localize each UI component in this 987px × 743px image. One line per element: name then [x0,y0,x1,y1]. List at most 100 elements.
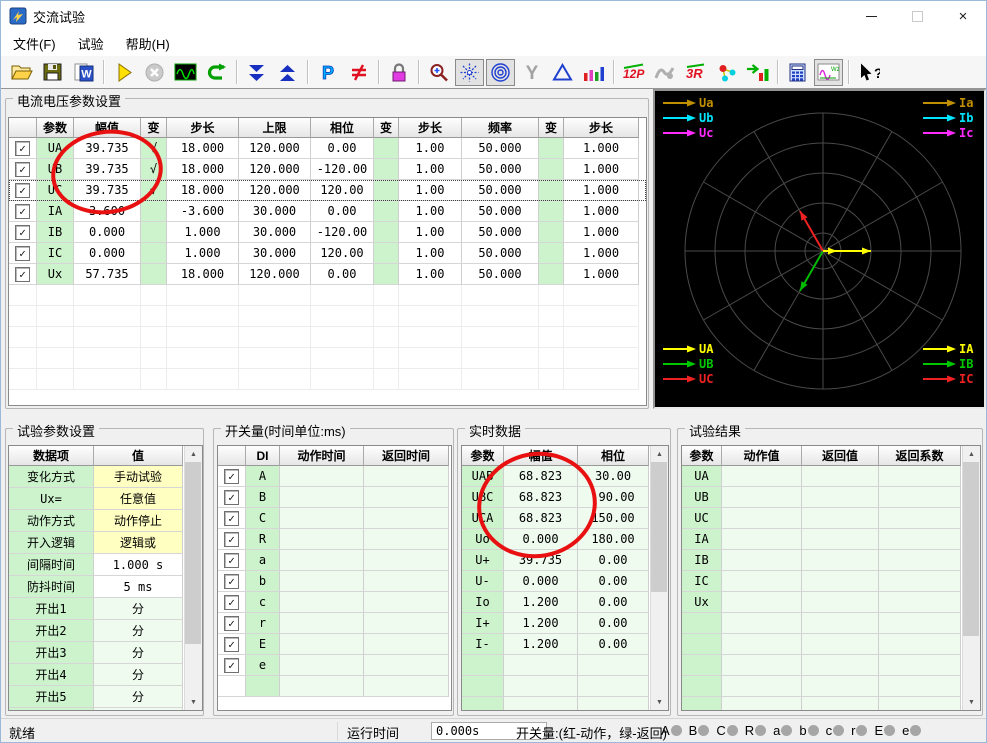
var1-cell[interactable] [141,201,167,222]
results-scrollbar[interactable]: ▲ ▼ [962,446,980,710]
checkbox[interactable]: ✓ [224,636,239,652]
var2-cell[interactable] [374,264,399,285]
calculator-button[interactable] [783,59,812,86]
checkbox[interactable]: ✓ [224,489,239,505]
step1-cell[interactable]: 1.000 [167,243,239,264]
phase-cell[interactable]: 0.00 [311,138,374,159]
step2-cell[interactable]: 1.00 [399,264,462,285]
step1-cell[interactable]: 18.000 [167,138,239,159]
step3-cell[interactable]: 1.000 [564,243,639,264]
waveform-button[interactable]: Wz [814,58,843,86]
limit-cell[interactable]: 120.000 [239,138,311,159]
var3-cell[interactable] [539,201,564,222]
molecule-button[interactable] [712,59,741,86]
step2-cell[interactable]: 1.00 [399,243,462,264]
checkbox[interactable]: ✓ [224,615,239,631]
start-button[interactable] [109,59,138,86]
phase-cell[interactable]: 120.00 [311,243,374,264]
checkbox[interactable]: ✓ [224,657,239,673]
delta-button[interactable] [548,59,577,86]
checkbox[interactable]: ✓ [224,531,239,547]
amp-cell[interactable]: 39.735 [74,180,141,201]
checkbox[interactable]: ✓ [224,552,239,568]
step-down-button[interactable] [242,59,271,86]
checkbox[interactable]: ✓ [224,573,239,589]
var1-cell[interactable] [141,243,167,264]
var3-cell[interactable] [539,264,564,285]
export-chart-button[interactable] [743,59,772,86]
freq-cell[interactable]: 50.000 [462,201,539,222]
step2-cell[interactable]: 1.00 [399,201,462,222]
wave-view-button[interactable] [171,59,200,86]
checkbox[interactable]: ✓ [224,594,239,610]
r3-button[interactable]: 3R [681,59,710,86]
menu-item-file[interactable]: 文件(F) [3,31,66,56]
freq-cell[interactable]: 50.000 [462,138,539,159]
value-cell[interactable]: 1.000 s [94,554,183,576]
menu-item-help[interactable]: 帮助(H) [116,31,180,56]
step1-cell[interactable]: -3.600 [167,201,239,222]
freq-cell[interactable]: 50.000 [462,159,539,180]
star-button[interactable] [455,58,484,86]
checkbox[interactable]: ✓ [224,510,239,526]
step3-cell[interactable]: 1.000 [564,201,639,222]
limit-cell[interactable]: 120.000 [239,159,311,180]
step3-cell[interactable]: 1.000 [564,222,639,243]
phase-p-button[interactable]: P [313,59,342,86]
freq-cell[interactable]: 50.000 [462,243,539,264]
var1-cell[interactable]: √ [141,180,167,201]
var1-cell[interactable]: √ [141,138,167,159]
scroll-down-icon[interactable]: ▼ [185,694,202,710]
p12-button[interactable]: 12P [619,59,648,86]
var2-cell[interactable] [374,222,399,243]
value-cell[interactable]: 逻辑或 [94,532,183,554]
var2-cell[interactable] [374,138,399,159]
var3-cell[interactable] [539,180,564,201]
help-button[interactable]: ? [854,59,883,86]
phase-cell[interactable]: -120.00 [311,159,374,180]
scroll-up-icon[interactable]: ▲ [651,446,668,462]
step1-cell[interactable]: 18.000 [167,264,239,285]
value-cell[interactable]: 任意值 [94,488,183,510]
lock-button[interactable] [384,59,413,86]
checkbox[interactable]: ✓ [224,468,239,484]
export-doc-button[interactable]: W [69,59,98,86]
var2-cell[interactable] [374,201,399,222]
menu-item-test[interactable]: 试验 [68,31,114,56]
step3-cell[interactable]: 1.000 [564,180,639,201]
zoom-in-button[interactable] [424,59,453,86]
step2-cell[interactable]: 1.00 [399,159,462,180]
not-equal-button[interactable] [344,59,373,86]
step1-cell[interactable]: 1.000 [167,222,239,243]
value-cell[interactable]: 手动试验 [94,466,183,488]
freq-cell[interactable]: 50.000 [462,222,539,243]
checkbox[interactable]: ✓ [15,203,30,219]
checkbox[interactable]: ✓ [15,161,30,177]
var3-cell[interactable] [539,159,564,180]
step2-cell[interactable]: 1.00 [399,180,462,201]
step2-cell[interactable]: 1.00 [399,222,462,243]
amp-cell[interactable]: 0.000 [74,243,141,264]
amp-cell[interactable]: 0.000 [74,222,141,243]
undo-button[interactable] [202,59,231,86]
realtime-scrollbar[interactable]: ▲ ▼ [650,446,668,710]
var1-cell[interactable] [141,264,167,285]
step1-cell[interactable]: 18.000 [167,159,239,180]
value-cell[interactable]: 分 [94,598,183,620]
value-cell[interactable]: 5 ms [94,576,183,598]
amp-cell[interactable]: 57.735 [74,264,141,285]
limit-cell[interactable]: 120.000 [239,264,311,285]
freq-cell[interactable]: 50.000 [462,264,539,285]
value-cell[interactable]: 分 [94,664,183,686]
var3-cell[interactable] [539,138,564,159]
save-button[interactable] [38,59,67,86]
scroll-thumb[interactable] [651,462,667,592]
open-button[interactable] [7,59,36,86]
var3-cell[interactable] [539,222,564,243]
step3-cell[interactable]: 1.000 [564,159,639,180]
var1-cell[interactable] [141,222,167,243]
limit-cell[interactable]: 30.000 [239,201,311,222]
test-params-scrollbar[interactable]: ▲ ▼ [184,446,202,710]
amp-cell[interactable]: 39.735 [74,159,141,180]
var3-cell[interactable] [539,243,564,264]
